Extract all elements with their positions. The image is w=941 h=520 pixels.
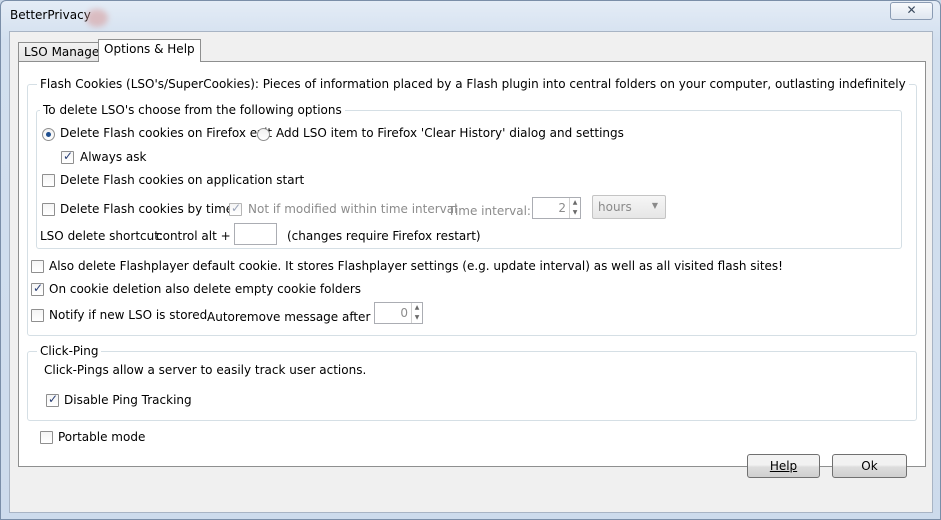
autoremove-label: Autoremove message after [s]	[207, 310, 390, 324]
dialog-client-area: LSO Manager Options & Help Flash Cookies…	[9, 31, 933, 513]
empty-folders-label[interactable]: On cookie deletion also delete empty coo…	[49, 282, 361, 296]
time-interval-label: Time interval:	[448, 204, 531, 218]
click-ping-legend: Click-Ping	[37, 344, 102, 358]
tab-lso-manager-label: LSO Manager	[24, 45, 105, 59]
shortcut-note: (changes require Firefox restart)	[287, 229, 481, 243]
disable-ping-checkbox[interactable]	[46, 392, 59, 407]
spin-down-icon[interactable]: ▼	[412, 313, 422, 323]
close-button[interactable]: ✕	[890, 2, 933, 20]
default-cookie-label[interactable]: Also delete Flashplayer default cookie. …	[49, 259, 783, 273]
chevron-down-icon: ▼	[651, 201, 658, 210]
help-button-label: Help	[769, 459, 798, 473]
shortcut-label: LSO delete shortcut:	[40, 229, 163, 243]
spin-down-icon[interactable]: ▼	[570, 208, 580, 218]
tab-options-help[interactable]: Options & Help	[98, 39, 201, 62]
empty-folders-checkbox[interactable]	[31, 281, 44, 296]
autoremove-value: 0	[400, 306, 408, 320]
ok-button-label: Ok	[861, 459, 878, 473]
time-unit-value: hours	[598, 200, 632, 214]
portable-mode-checkbox[interactable]	[40, 431, 53, 444]
close-icon: ✕	[906, 3, 917, 17]
blurred-background-logo	[86, 9, 108, 27]
tab-options-help-label: Options & Help	[104, 42, 195, 56]
help-button[interactable]: Help	[747, 454, 820, 478]
shortcut-key-input[interactable]	[234, 223, 277, 245]
portable-mode-label[interactable]: Portable mode	[58, 430, 145, 444]
always-ask-label[interactable]: Always ask	[80, 150, 146, 164]
always-ask-checkbox[interactable]	[61, 149, 74, 164]
clear-history-label[interactable]: Add LSO item to Firefox 'Clear History' …	[276, 126, 624, 140]
time-interval-spin-buttons[interactable]: ▲ ▼	[569, 198, 580, 218]
delete-by-timer-label[interactable]: Delete Flash cookies by timer	[60, 202, 238, 216]
title-bar[interactable]: BetterPrivacy ✕	[1, 1, 940, 31]
click-ping-group: Click-Ping Click-Pings allow a server to…	[27, 344, 917, 421]
click-ping-description: Click-Pings allow a server to easily tra…	[44, 363, 367, 377]
spin-up-icon[interactable]: ▲	[412, 303, 422, 313]
flash-cookies-legend: Flash Cookies (LSO's/SuperCookies): Piec…	[37, 77, 909, 91]
shortcut-prefix: control alt +	[156, 229, 231, 243]
autoremove-stepper[interactable]: 0 ▲ ▼	[374, 302, 423, 324]
disable-ping-label[interactable]: Disable Ping Tracking	[64, 393, 192, 407]
clear-history-radio[interactable]	[257, 128, 270, 141]
spin-up-icon[interactable]: ▲	[570, 198, 580, 208]
time-interval-value: 2	[558, 201, 566, 215]
tab-lso-manager[interactable]: LSO Manager	[18, 42, 111, 63]
delete-on-exit-radio[interactable]	[42, 128, 55, 141]
delete-options-legend: To delete LSO's choose from the followin…	[40, 103, 345, 117]
options-panel: Flash Cookies (LSO's/SuperCookies): Piec…	[18, 61, 926, 467]
dialog-window: BetterPrivacy ✕ LSO Manager Options & He…	[0, 0, 941, 520]
delete-options-group: To delete LSO's choose from the followin…	[36, 103, 902, 249]
delete-on-start-checkbox[interactable]	[42, 174, 55, 187]
not-modified-label: Not if modified within time interval	[248, 202, 458, 216]
window-title: BetterPrivacy	[10, 8, 91, 22]
delete-on-exit-label[interactable]: Delete Flash cookies on Firefox exit	[60, 126, 272, 140]
not-modified-checkbox[interactable]	[229, 201, 242, 216]
ok-button[interactable]: Ok	[832, 454, 907, 478]
flash-cookies-group: Flash Cookies (LSO's/SuperCookies): Piec…	[27, 77, 917, 336]
notify-lso-checkbox[interactable]	[31, 309, 44, 322]
delete-by-timer-checkbox[interactable]	[42, 203, 55, 216]
time-interval-stepper[interactable]: 2 ▲ ▼	[532, 197, 581, 219]
default-cookie-checkbox[interactable]	[31, 260, 44, 273]
delete-on-start-label[interactable]: Delete Flash cookies on application star…	[60, 173, 304, 187]
autoremove-spin-buttons[interactable]: ▲ ▼	[411, 303, 422, 323]
time-unit-select[interactable]: hours ▼	[592, 195, 666, 219]
notify-lso-label[interactable]: Notify if new LSO is stored	[49, 308, 207, 322]
